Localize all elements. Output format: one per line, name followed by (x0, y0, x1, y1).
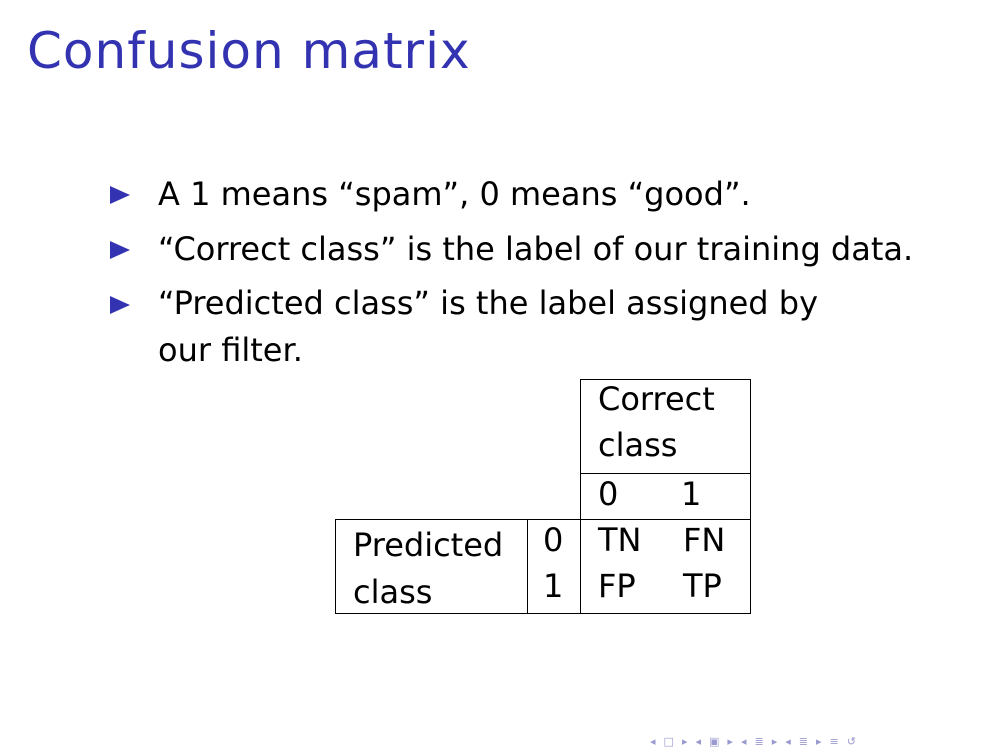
align-icon[interactable]: ≡ (830, 735, 839, 748)
correct-class-header-line2: class (598, 426, 678, 464)
bullet-item: A 1 means “spam”, 0 means “good”. (108, 170, 918, 219)
nav-right-icon[interactable]: ▸ (727, 735, 733, 748)
frame-icon[interactable]: □ (664, 735, 674, 748)
divider-label-rows (527, 519, 528, 614)
subsection-icon[interactable]: ▣ (709, 735, 719, 748)
bullet-list: A 1 means “spam”, 0 means “good”. “Corre… (108, 170, 918, 380)
cell-fn: FN (683, 521, 726, 559)
triangle-bullet-icon (110, 186, 130, 204)
nav-right-icon[interactable]: ▸ (772, 735, 778, 748)
bullet-item: “Predicted class” is the label assigned … (108, 280, 918, 374)
bullet-text: “Predicted class” is the label assigned … (158, 284, 819, 369)
divider-rows-cells (580, 519, 581, 614)
nav-left-icon[interactable]: ◂ (650, 735, 656, 748)
slide-title: Confusion matrix (27, 22, 471, 80)
nav-left-icon[interactable]: ◂ (695, 735, 701, 748)
cell-tp: TP (683, 567, 722, 605)
bullet-text: “Correct class” is the label of our trai… (158, 230, 914, 268)
predicted-class-line2: class (353, 573, 433, 611)
cell-tn: TN (598, 521, 642, 559)
triangle-bullet-icon (110, 296, 130, 314)
search-icon[interactable]: ↺ (847, 735, 856, 748)
section-icon[interactable]: ≣ (754, 735, 763, 748)
predicted-class-line1: Predicted (353, 526, 504, 564)
column-label-0: 0 (598, 475, 619, 513)
nav-left-icon[interactable]: ◂ (741, 735, 747, 748)
correct-class-header-line1: Correct (598, 380, 715, 418)
row-label-1: 1 (543, 567, 564, 605)
bullet-item: “Correct class” is the label of our trai… (108, 225, 918, 274)
column-label-1: 1 (681, 475, 702, 513)
bullet-text: A 1 means “spam”, 0 means “good”. (158, 175, 751, 213)
nav-left-icon[interactable]: ◂ (785, 735, 791, 748)
row-label-0: 0 (543, 521, 564, 559)
cell-fp: FP (598, 567, 636, 605)
nav-right-icon[interactable]: ▸ (682, 735, 688, 748)
triangle-bullet-icon (110, 241, 130, 259)
nav-right-icon[interactable]: ▸ (816, 735, 822, 748)
slide-icon[interactable]: ≣ (799, 735, 808, 748)
navigation-bar: ◂ □ ▸ ◂ ▣ ▸ ◂ ≣ ▸ ◂ ≣ ▸ ≡ ↺ (650, 733, 1000, 749)
